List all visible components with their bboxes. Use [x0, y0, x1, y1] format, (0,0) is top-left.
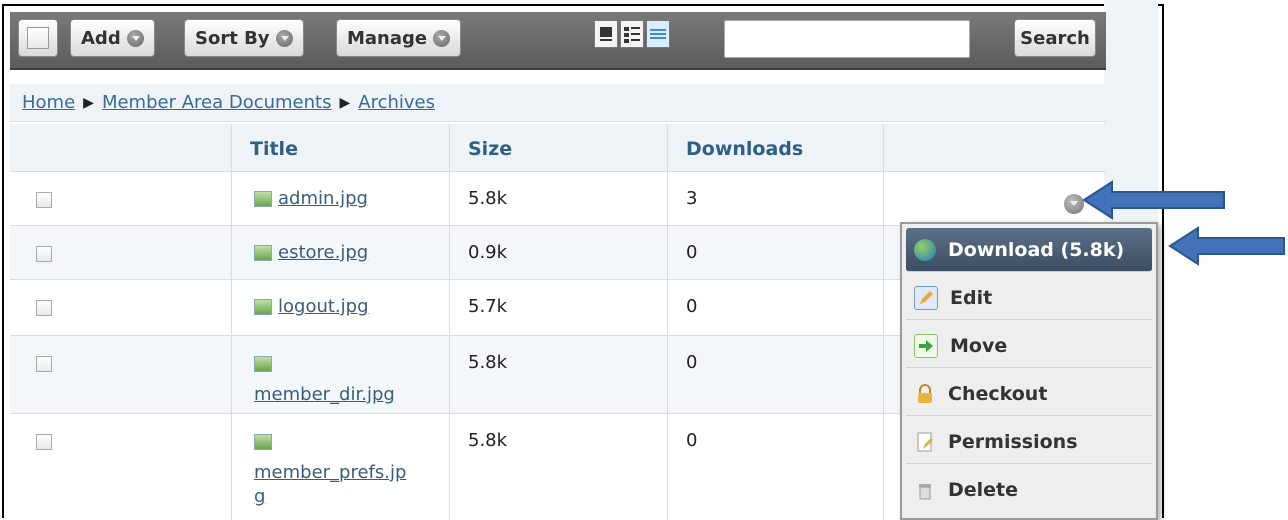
- menu-item-download[interactable]: Download (5.8k): [906, 228, 1152, 272]
- table-row: admin.jpg 5.8k 3: [10, 172, 1106, 226]
- image-file-icon: [254, 299, 272, 315]
- menu-item-move[interactable]: Move: [906, 324, 1152, 368]
- file-link[interactable]: member_prefs.jp: [254, 462, 406, 483]
- breadcrumb-member-area[interactable]: Member Area Documents: [102, 92, 332, 113]
- permissions-icon: [914, 431, 936, 453]
- image-file-icon: [254, 191, 272, 207]
- manage-button-label: Manage: [347, 27, 428, 49]
- file-downloads: 0: [686, 242, 698, 263]
- table-view-icon[interactable]: [646, 20, 670, 48]
- file-downloads: 3: [686, 188, 698, 209]
- table-header-row: Title Size Downloads: [10, 124, 1106, 172]
- image-file-icon: [254, 356, 272, 372]
- move-arrow-icon: [914, 333, 938, 358]
- context-menu: Download (5.8k) Edit Move Checkout Permi…: [900, 222, 1158, 520]
- file-downloads: 0: [686, 352, 698, 373]
- row-actions-button[interactable]: [1064, 194, 1084, 214]
- menu-item-edit[interactable]: Edit: [906, 276, 1152, 320]
- menu-item-label: Permissions: [948, 430, 1078, 453]
- sort-by-button[interactable]: Sort By: [184, 19, 304, 57]
- select-all-button[interactable]: [18, 19, 58, 57]
- add-button-label: Add: [81, 27, 121, 49]
- file-size: 5.8k: [468, 188, 508, 209]
- search-button-label: Search: [1020, 27, 1090, 49]
- file-link[interactable]: logout.jpg: [278, 296, 369, 317]
- lock-icon: [914, 383, 936, 405]
- trash-icon: [914, 479, 936, 501]
- menu-item-label: Download (5.8k): [948, 238, 1125, 261]
- menu-item-label: Edit: [950, 286, 993, 309]
- detail-view-icon[interactable]: [620, 20, 644, 48]
- file-size: 5.7k: [468, 296, 508, 317]
- toolbar: Add Sort By Manage Search: [10, 12, 1106, 70]
- sort-by-button-label: Sort By: [195, 27, 270, 49]
- callout-arrow-icon: [1082, 180, 1225, 220]
- dropdown-circle-icon: [275, 29, 293, 47]
- menu-item-delete[interactable]: Delete: [906, 468, 1152, 512]
- column-header-title[interactable]: Title: [250, 138, 298, 160]
- file-link-continued[interactable]: g: [254, 486, 265, 507]
- file-link[interactable]: estore.jpg: [278, 242, 368, 263]
- file-size: 0.9k: [468, 242, 508, 263]
- column-header-size[interactable]: Size: [468, 138, 512, 160]
- breadcrumb-archives[interactable]: Archives: [358, 92, 435, 113]
- image-file-icon: [254, 245, 272, 261]
- file-downloads: 0: [686, 296, 698, 317]
- menu-item-permissions[interactable]: Permissions: [906, 420, 1152, 464]
- manage-button[interactable]: Manage: [336, 19, 462, 57]
- breadcrumb-separator: ▶: [339, 94, 351, 111]
- menu-item-checkout[interactable]: Checkout: [906, 372, 1152, 416]
- search-button[interactable]: Search: [1014, 19, 1096, 57]
- breadcrumb-home[interactable]: Home: [22, 92, 75, 113]
- file-size: 5.8k: [468, 352, 508, 373]
- list-view-icon[interactable]: [594, 20, 618, 48]
- file-link[interactable]: member_dir.jpg: [254, 384, 395, 405]
- dropdown-circle-icon: [126, 29, 144, 47]
- checkbox-icon[interactable]: [27, 27, 49, 49]
- add-button[interactable]: Add: [70, 19, 155, 57]
- search-input[interactable]: [724, 20, 970, 58]
- dropdown-circle-icon: [433, 29, 451, 47]
- breadcrumb-separator: ▶: [83, 94, 94, 111]
- file-size: 5.8k: [468, 430, 508, 451]
- file-link[interactable]: admin.jpg: [278, 188, 368, 209]
- menu-item-label: Checkout: [948, 382, 1048, 405]
- breadcrumb: Home ▶ Member Area Documents ▶ Archives: [10, 84, 1106, 122]
- image-file-icon: [254, 434, 272, 450]
- globe-icon: [914, 238, 936, 261]
- menu-item-label: Move: [950, 334, 1008, 357]
- menu-item-label: Delete: [948, 479, 1019, 501]
- file-downloads: 0: [686, 430, 698, 451]
- column-header-downloads[interactable]: Downloads: [686, 138, 803, 160]
- callout-arrow-icon: [1168, 226, 1285, 266]
- pencil-icon: [914, 285, 938, 310]
